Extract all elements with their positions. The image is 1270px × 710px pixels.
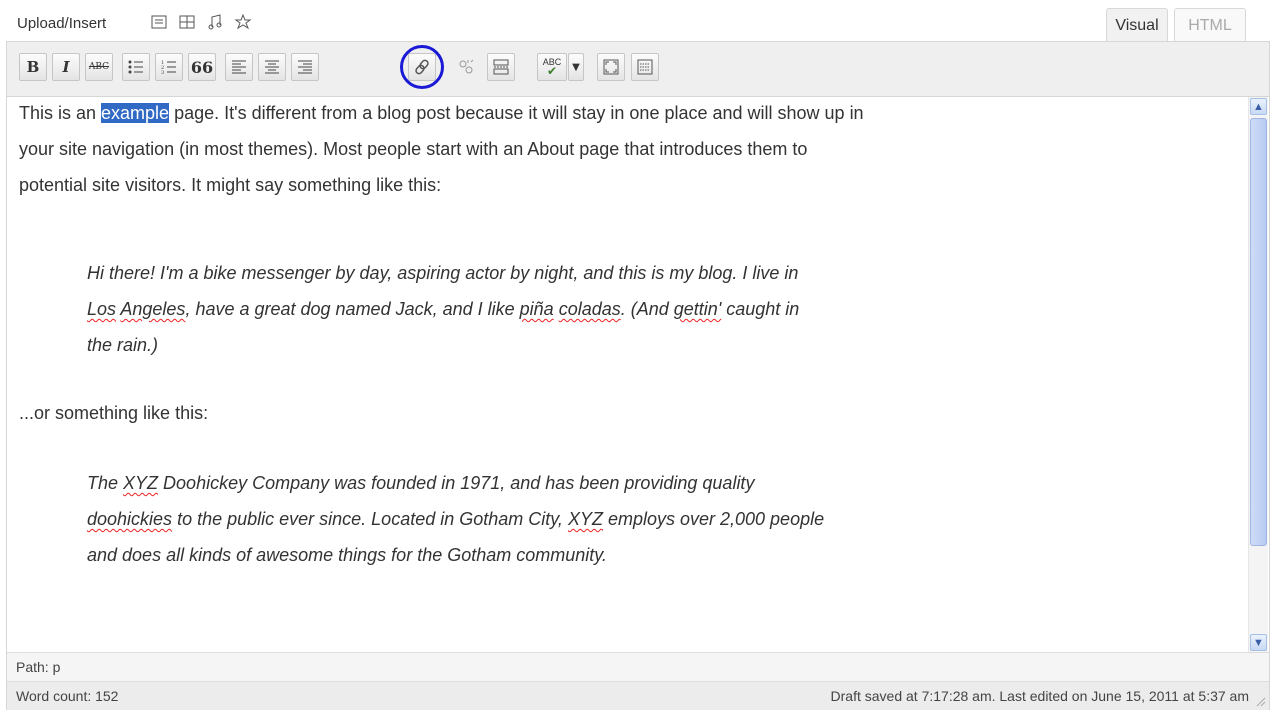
italic-button[interactable]: I (52, 53, 80, 81)
fullscreen-button[interactable] (597, 53, 625, 81)
quote-bike-messenger: Hi there! I'm a bike messenger by day, a… (87, 263, 800, 355)
align-right-icon (298, 60, 312, 74)
scroll-up-button[interactable]: ▲ (1250, 98, 1267, 115)
align-center-button[interactable] (258, 53, 286, 81)
media-buttons (150, 13, 252, 31)
bold-button[interactable]: B (19, 53, 47, 81)
numbered-list-button[interactable]: 123 (155, 53, 183, 81)
selected-text: example (101, 103, 170, 123)
align-left-button[interactable] (225, 53, 253, 81)
editor: B I ABC 123 66 ABC ✔ ▼ This is an exampl… (6, 41, 1270, 710)
blockquote-icon: 66 (190, 57, 214, 77)
chevron-down-icon: ▼ (572, 61, 580, 73)
unlink-button[interactable] (452, 53, 480, 81)
formatting-toolbar: B I ABC 123 66 ABC ✔ ▼ (7, 42, 1269, 97)
kitchen-sink-button[interactable] (631, 53, 659, 81)
video-icon[interactable] (178, 13, 196, 31)
element-path: Path: p (16, 659, 61, 675)
quote-xyz-company: The XYZ Doohickey Company was founded in… (87, 473, 825, 565)
resize-grip-icon[interactable] (1256, 697, 1266, 707)
draft-status: Draft saved at 7:17:28 am. Last edited o… (830, 688, 1249, 704)
misspelled-word: XYZ (567, 509, 603, 529)
fullscreen-icon (603, 59, 619, 75)
bullet-list-button[interactable] (122, 53, 150, 81)
editor-content[interactable]: This is an example page. It's different … (7, 97, 1247, 653)
status-bar: Word count: 152 Draft saved at 7:17:28 a… (7, 681, 1269, 710)
audio-icon[interactable] (206, 13, 224, 31)
media-icon[interactable] (234, 13, 252, 31)
bullet-list-icon (128, 60, 143, 74)
image-icon[interactable] (150, 13, 168, 31)
media-bar: Upload/Insert Visual HTML (0, 0, 1270, 43)
paragraph-or: ...or something like this: (19, 403, 209, 423)
path-bar: Path: p (7, 652, 1269, 681)
more-tag-icon (493, 59, 509, 75)
more-tag-button[interactable] (487, 53, 515, 81)
vertical-scrollbar[interactable]: ▲ ▼ (1248, 97, 1268, 652)
spellcheck-dropdown[interactable]: ▼ (568, 53, 584, 81)
paragraph-intro: This is an example page. It's different … (19, 103, 864, 195)
kitchen-sink-icon (637, 59, 653, 75)
unlink-icon (459, 59, 474, 74)
tab-html[interactable]: HTML (1174, 8, 1246, 43)
scroll-down-button[interactable]: ▼ (1250, 634, 1267, 651)
svg-text:3: 3 (161, 70, 164, 76)
chevron-up-icon: ▲ (1253, 100, 1264, 113)
align-center-icon (265, 60, 279, 74)
scroll-thumb[interactable] (1250, 118, 1267, 546)
spellcheck-button[interactable]: ABC ✔ (537, 53, 567, 81)
highlight-circle (400, 45, 444, 89)
align-right-button[interactable] (291, 53, 319, 81)
misspelled-word: gettin' (673, 299, 722, 319)
blockquote-button[interactable]: 66 (188, 53, 216, 81)
upload-insert-label: Upload/Insert (17, 15, 107, 32)
strikethrough-button[interactable]: ABC (85, 53, 113, 81)
misspelled-word: piña (519, 299, 554, 319)
word-count: Word count: 152 (16, 688, 119, 704)
numbered-list-icon: 123 (161, 60, 176, 76)
misspelled-word: Angeles (120, 299, 186, 319)
align-left-icon (232, 60, 246, 74)
misspelled-word: Los (87, 299, 117, 319)
misspelled-word: doohickies (87, 509, 173, 529)
tab-visual[interactable]: Visual (1106, 8, 1168, 43)
chevron-down-icon: ▼ (1253, 636, 1264, 649)
misspelled-word: coladas (558, 299, 621, 319)
misspelled-word: XYZ (123, 473, 159, 493)
